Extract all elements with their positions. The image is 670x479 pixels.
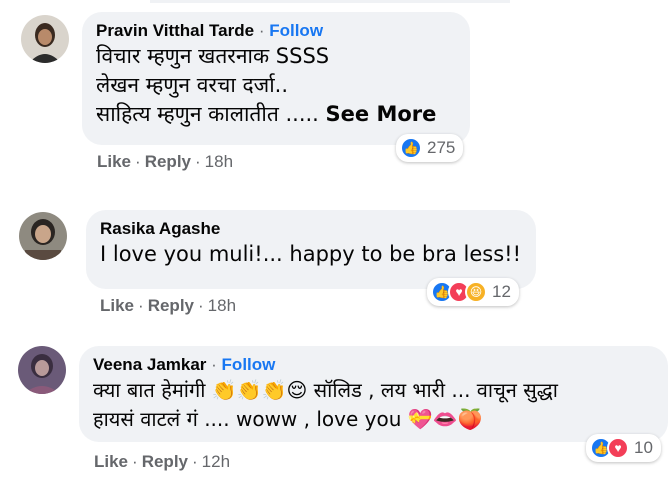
follow-button[interactable]: Follow	[269, 21, 323, 40]
reaction-count: 12	[492, 282, 511, 301]
comment-line: विचार म्हणुन खतरनाक SSSS	[96, 44, 330, 68]
separator-dot: ·	[198, 296, 204, 315]
separator-dot: ·	[192, 452, 198, 471]
reply-button[interactable]: Reply	[145, 152, 191, 171]
comment-line: साहित्य म्हणुन कालातीत ..... See More	[96, 100, 456, 129]
reply-button[interactable]: Reply	[148, 296, 194, 315]
comment-line: I love you muli!... happy to be bra less…	[100, 242, 521, 266]
like-button[interactable]: Like	[100, 296, 134, 315]
reaction-summary[interactable]: 👍 ♥ 10	[586, 434, 661, 462]
author-name[interactable]: Rasika Agashe	[100, 218, 522, 240]
haha-reaction-icon: 😆	[465, 281, 487, 303]
separator-dot: ·	[138, 296, 144, 315]
reaction-count: 275	[427, 138, 456, 157]
name-row: Pravin Vitthal Tarde · Follow	[96, 20, 456, 42]
author-name[interactable]: Veena Jamkar	[93, 355, 206, 374]
separator-dot: ·	[195, 152, 201, 171]
name-row: Veena Jamkar · Follow	[93, 354, 654, 376]
comment-line: लेखन म्हणुन वरचा दर्जा..	[96, 73, 288, 97]
separator-dot: ·	[258, 21, 270, 40]
love-reaction-icon: ♥	[607, 437, 629, 459]
separator-dot: ·	[135, 152, 141, 171]
avatar[interactable]	[18, 346, 66, 394]
comment-line: हायसं वाटलं गं .... woww , love you 💝👄🍑	[93, 407, 483, 431]
comment-actions: Like · Reply · 12h	[94, 452, 230, 472]
reaction-summary[interactable]: 👍 ♥ 😆 12	[427, 278, 519, 306]
author-name[interactable]: Pravin Vitthal Tarde	[96, 21, 254, 40]
timestamp[interactable]: 18h	[205, 152, 233, 171]
comment-bubble: Veena Jamkar · Follow क्या बात हेमांगी 👏…	[79, 346, 668, 442]
comment-line-text: साहित्य म्हणुन कालातीत .....	[96, 102, 319, 126]
reaction-summary[interactable]: 👍 275	[396, 134, 464, 162]
follow-button[interactable]: Follow	[222, 355, 276, 374]
separator-dot: ·	[211, 355, 222, 374]
reaction-count: 10	[634, 438, 653, 457]
comment-actions: Like · Reply · 18h	[97, 152, 233, 172]
avatar[interactable]	[19, 212, 67, 260]
like-button[interactable]: Like	[94, 452, 128, 471]
reply-button[interactable]: Reply	[142, 452, 188, 471]
comment-line: क्या बात हेमांगी 👏👏👏😌 सॉलिड , लय भारी ..…	[93, 378, 558, 402]
see-more-link[interactable]: See More	[326, 102, 437, 126]
like-reaction-icon: 👍	[400, 137, 422, 159]
comment-actions: Like · Reply · 18h	[100, 296, 236, 316]
avatar[interactable]	[21, 15, 69, 63]
comment-bubble: Pravin Vitthal Tarde · Follow विचार म्हण…	[82, 12, 470, 145]
like-button[interactable]: Like	[97, 152, 131, 171]
separator-dot: ·	[132, 452, 138, 471]
timestamp[interactable]: 12h	[202, 452, 230, 471]
timestamp[interactable]: 18h	[208, 296, 236, 315]
scroll-edge	[150, 0, 510, 3]
